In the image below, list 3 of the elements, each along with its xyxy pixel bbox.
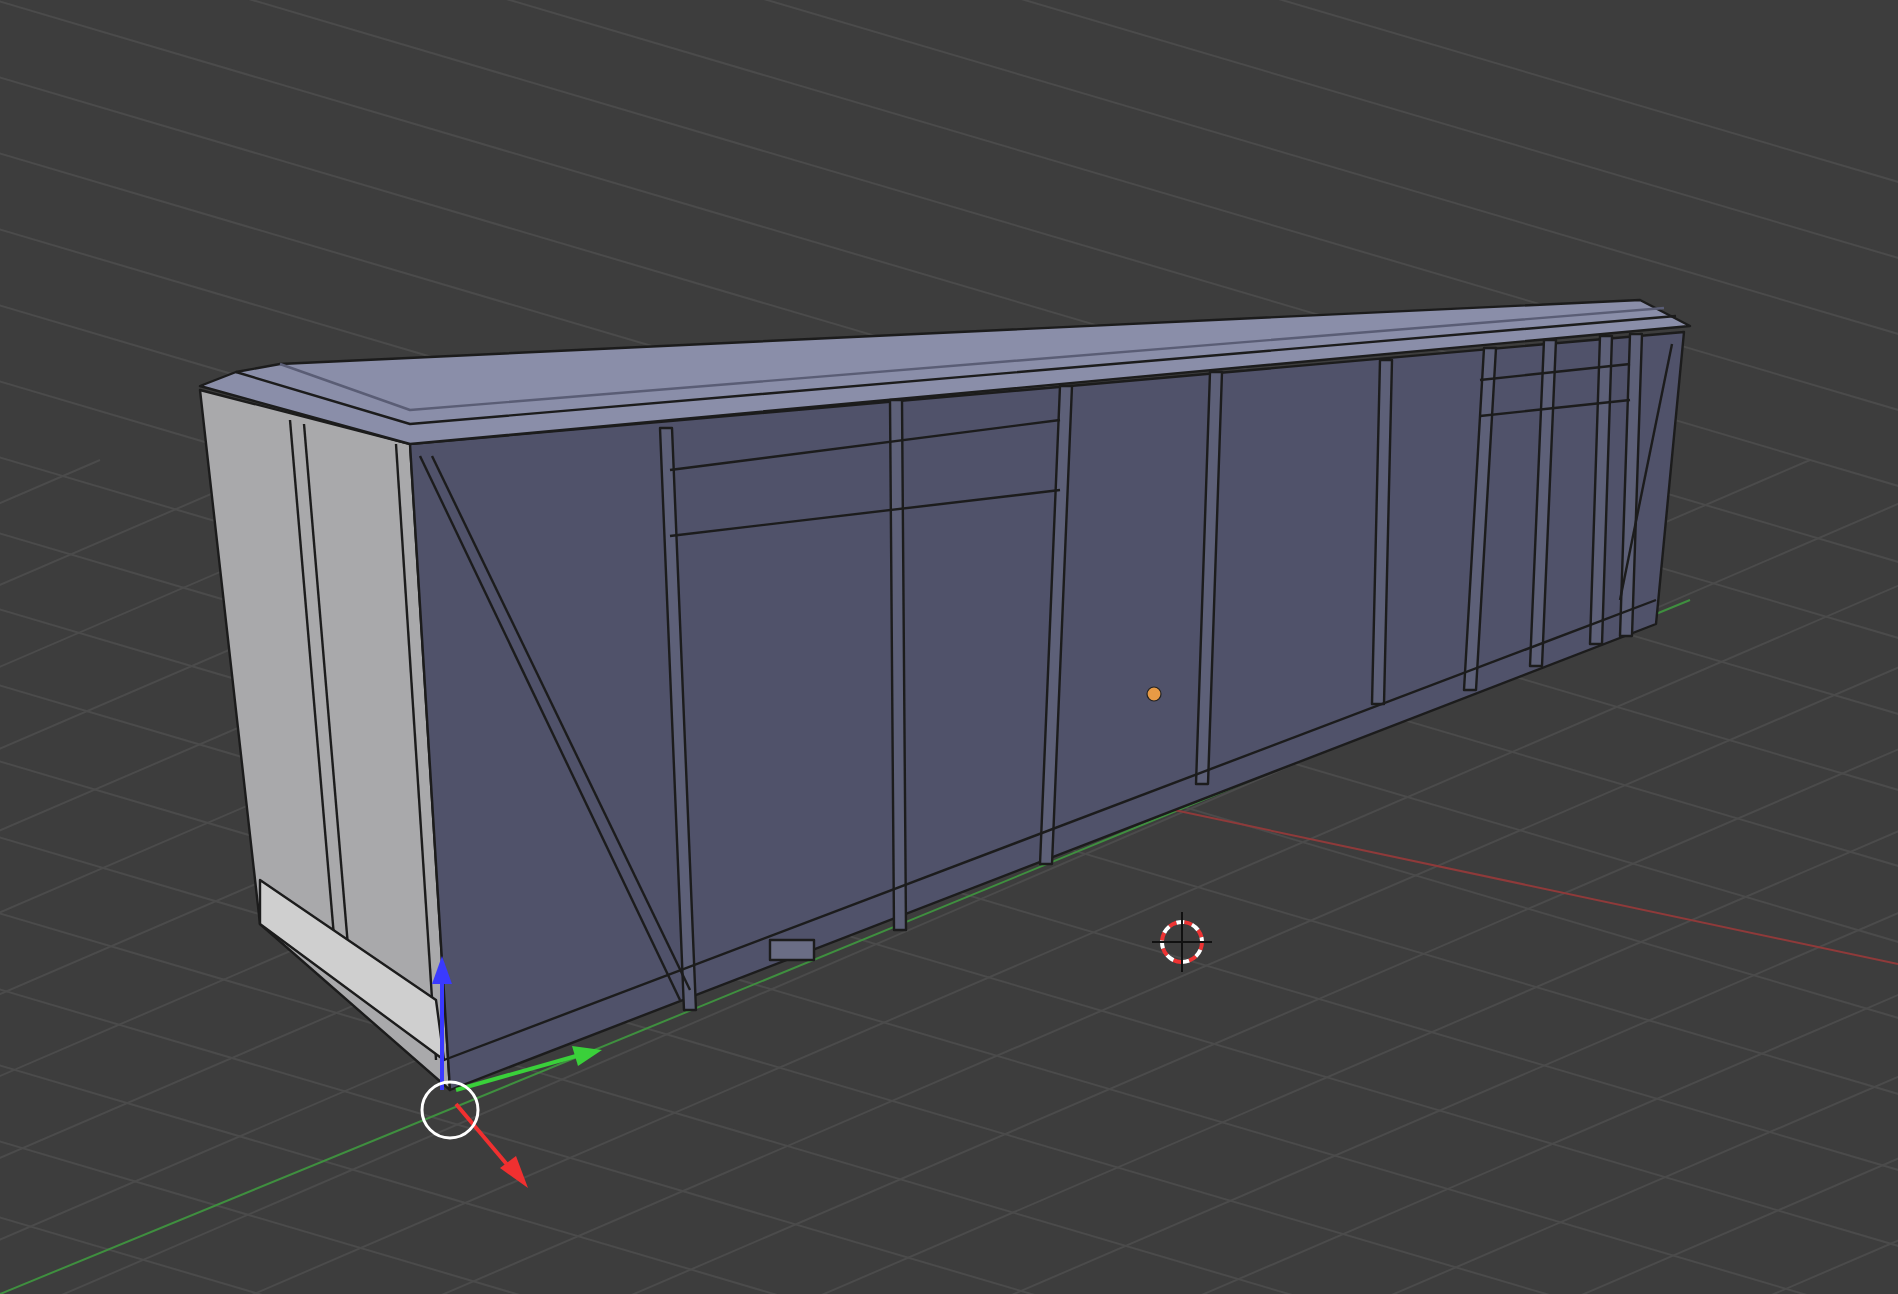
3d-cursor-icon[interactable] <box>1151 911 1213 973</box>
origin-dot <box>1146 686 1162 702</box>
transform-gizmo-drawing[interactable] <box>420 956 602 1188</box>
